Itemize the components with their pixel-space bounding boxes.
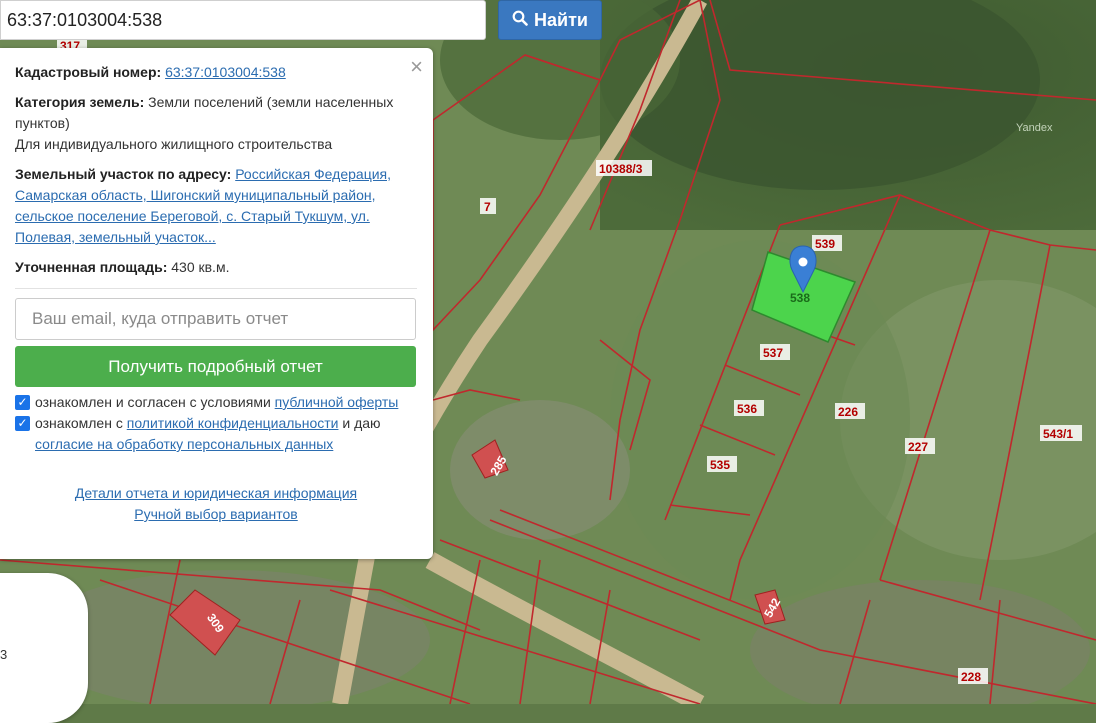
privacy-consent-and: и даю — [342, 415, 381, 431]
parcel-label-536: 536 — [734, 400, 764, 416]
address-row: Земельный участок по адресу: Российская … — [15, 164, 417, 248]
manual-selection-link[interactable]: Ручной выбор вариантов — [134, 506, 298, 522]
cadastral-label: Кадастровый номер: — [15, 64, 162, 80]
svg-text:537: 537 — [763, 346, 783, 360]
secondary-card-text: 3 — [0, 647, 8, 662]
parcel-label-10388-3: 10388/3 — [596, 160, 652, 176]
map-attribution: Yandex — [1016, 122, 1053, 134]
parcel-label-538: 538 — [790, 291, 810, 305]
svg-text:539: 539 — [815, 237, 835, 251]
parcel-label-543-1: 543/1 — [1040, 425, 1082, 441]
public-offer-link[interactable]: публичной оферты — [275, 394, 399, 410]
privacy-consent-text: ознакомлен с политикой конфиденциальност… — [35, 413, 417, 455]
category-label: Категория земель: — [15, 94, 145, 110]
svg-text:226: 226 — [838, 405, 858, 419]
svg-text:536: 536 — [737, 402, 757, 416]
svg-text:10388/3: 10388/3 — [599, 162, 643, 176]
svg-text:535: 535 — [710, 458, 730, 472]
area-value: 430 кв.м. — [171, 259, 230, 275]
privacy-checkbox[interactable]: ✓ — [15, 416, 30, 431]
offer-consent-row: ✓ ознакомлен и согласен с условиями публ… — [15, 392, 417, 413]
svg-text:543/1: 543/1 — [1043, 427, 1073, 441]
parcel-label-535: 535 — [707, 456, 737, 472]
search-icon — [512, 10, 528, 31]
get-report-button[interactable]: Получить подробный отчет — [15, 346, 416, 387]
cadastral-link[interactable]: 63:37:0103004:538 — [165, 64, 286, 80]
svg-text:227: 227 — [908, 440, 928, 454]
parcel-label-537: 537 — [760, 344, 790, 360]
search-input[interactable] — [0, 0, 486, 40]
usage-value: Для индивидуального жилищного строительс… — [15, 136, 333, 152]
offer-checkbox[interactable]: ✓ — [15, 395, 30, 410]
personal-data-link[interactable]: согласие на обработку персональных данны… — [35, 436, 333, 452]
parcel-label-226: 226 — [835, 403, 865, 419]
area-label: Уточненная площадь: — [15, 259, 168, 275]
close-icon[interactable]: × — [410, 56, 423, 78]
cadastral-row: Кадастровый номер: 63:37:0103004:538 — [15, 62, 417, 83]
category-row: Категория земель: Земли поселений (земли… — [15, 92, 417, 155]
info-panel: × Кадастровый номер: 63:37:0103004:538 К… — [0, 48, 433, 559]
search-button-label: Найти — [534, 9, 588, 30]
offer-consent-text: ознакомлен и согласен с условиями публич… — [35, 392, 398, 413]
secondary-card — [0, 573, 88, 723]
parcel-label-227: 227 — [905, 438, 935, 454]
address-label: Земельный участок по адресу: — [15, 166, 232, 182]
panel-footer: Детали отчета и юридическая информация Р… — [15, 483, 417, 525]
divider — [15, 288, 417, 289]
area-row: Уточненная площадь: 430 кв.м. — [15, 257, 417, 278]
privacy-consent-label: ознакомлен с — [35, 415, 123, 431]
parcel-label-228: 228 — [958, 668, 988, 684]
report-details-link[interactable]: Детали отчета и юридическая информация — [75, 485, 357, 501]
email-field[interactable] — [15, 298, 416, 340]
privacy-consent-row: ✓ ознакомлен с политикой конфиденциально… — [15, 413, 417, 455]
svg-text:228: 228 — [961, 670, 981, 684]
privacy-policy-link[interactable]: политикой конфиденциальности — [127, 415, 339, 431]
search-button[interactable]: Найти — [498, 0, 602, 40]
parcel-label-7: 7 — [480, 198, 496, 214]
svg-text:538: 538 — [790, 291, 810, 305]
svg-text:7: 7 — [484, 200, 491, 214]
offer-consent-label: ознакомлен и согласен с условиями — [35, 394, 271, 410]
parcel-label-539: 539 — [812, 235, 842, 251]
